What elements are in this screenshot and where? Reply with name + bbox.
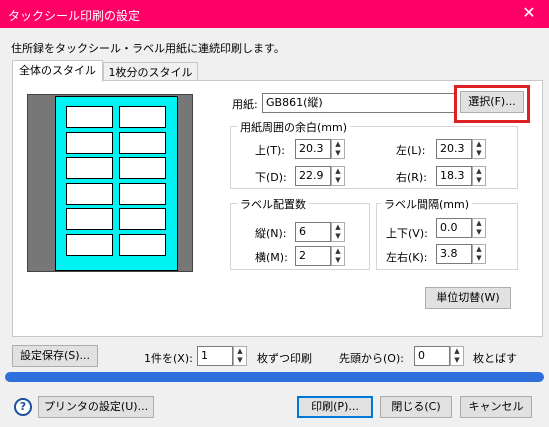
margin-bottom-label: 下(D):: [255, 171, 287, 184]
arrow-down-icon[interactable]: ▼: [332, 176, 344, 185]
preview-label-cell: [119, 208, 166, 230]
paper-label: 用紙:: [232, 98, 258, 111]
margin-left-spinner[interactable]: ▲ ▼: [472, 139, 486, 159]
preview-label-cell: [66, 106, 113, 128]
close-icon[interactable]: ✕: [519, 3, 539, 23]
preview-label-cell: [66, 183, 113, 205]
arrow-down-icon[interactable]: ▼: [473, 149, 485, 158]
horizontal-spacing-spinner[interactable]: ▲ ▼: [472, 244, 486, 264]
select-paper-button[interactable]: 選択(F)...: [460, 91, 524, 113]
vertical-spacing-input[interactable]: 0.0: [436, 218, 472, 238]
horizontal-spacing-input[interactable]: 3.8: [436, 244, 472, 264]
preview-label-cell: [66, 234, 113, 256]
preview-label-cell: [66, 132, 113, 154]
tab-single-sheet-style[interactable]: 1枚分のスタイル: [103, 62, 198, 82]
horizontal-spacing-label: 左右(K):: [386, 251, 428, 264]
margin-right-spinner[interactable]: ▲ ▼: [472, 166, 486, 186]
skip-spinner[interactable]: ▲ ▼: [450, 346, 464, 366]
description-text: 住所録をタックシール・ラベル用紙に連続印刷します。: [11, 42, 285, 55]
printer-settings-button[interactable]: プリンタの設定(U)...: [38, 396, 154, 418]
arrow-down-icon[interactable]: ▼: [234, 356, 246, 365]
per-item-label: 1件を(X):: [144, 352, 193, 365]
unit-toggle-button[interactable]: 単位切替(W): [425, 287, 511, 309]
rows-spinner[interactable]: ▲ ▼: [331, 222, 345, 242]
per-item-suffix: 枚ずつ印刷: [257, 352, 312, 365]
preview-label-cell: [119, 234, 166, 256]
window-title: タックシール印刷の設定: [8, 9, 141, 23]
margin-right-label: 右(R):: [396, 171, 427, 184]
per-item-input[interactable]: 1: [197, 346, 233, 366]
cols-spinner[interactable]: ▲ ▼: [331, 246, 345, 266]
rows-label: 縦(N):: [255, 227, 287, 240]
tab-overall-style[interactable]: 全体のスタイル: [12, 60, 103, 82]
preview-label-cell: [66, 208, 113, 230]
print-button[interactable]: 印刷(P)...: [297, 396, 373, 418]
spacing-group-title: ラベル間隔(mm): [381, 196, 473, 212]
margin-left-label: 左(L):: [396, 144, 426, 157]
arrow-up-icon[interactable]: ▲: [234, 347, 246, 356]
skip-label: 先頭から(O):: [339, 352, 404, 365]
margin-top-spinner[interactable]: ▲ ▼: [331, 139, 345, 159]
per-item-spinner[interactable]: ▲ ▼: [233, 346, 247, 366]
progress-bar: [5, 372, 544, 382]
margin-top-label: 上(T):: [255, 144, 286, 157]
arrow-down-icon[interactable]: ▼: [332, 149, 344, 158]
preview-label-cell: [119, 183, 166, 205]
cols-label: 横(M):: [255, 251, 288, 264]
margin-left-input[interactable]: 20.3: [436, 139, 472, 159]
arrow-up-icon[interactable]: ▲: [332, 140, 344, 149]
arrow-down-icon[interactable]: ▼: [473, 254, 485, 263]
preview-label-cell: [119, 157, 166, 179]
arrow-down-icon[interactable]: ▼: [451, 356, 463, 365]
preview-label-cell: [119, 132, 166, 154]
save-settings-button[interactable]: 設定保存(S)...: [12, 345, 98, 367]
margin-right-input[interactable]: 18.3: [436, 166, 472, 186]
margin-bottom-input[interactable]: 22.9: [295, 166, 331, 186]
arrow-up-icon[interactable]: ▲: [332, 167, 344, 176]
margin-top-input[interactable]: 20.3: [295, 139, 331, 159]
title-bar: タックシール印刷の設定 ✕: [0, 0, 549, 28]
skip-suffix: 枚とばす: [473, 352, 517, 365]
layout-count-title: ラベル配置数: [237, 196, 309, 212]
arrow-up-icon[interactable]: ▲: [473, 245, 485, 254]
vertical-spacing-label: 上下(V):: [386, 227, 428, 240]
close-button[interactable]: 閉じる(C): [380, 396, 452, 418]
help-icon[interactable]: ?: [14, 398, 32, 416]
arrow-down-icon[interactable]: ▼: [473, 228, 485, 237]
arrow-down-icon[interactable]: ▼: [332, 232, 344, 241]
arrow-down-icon[interactable]: ▼: [332, 256, 344, 265]
arrow-up-icon[interactable]: ▲: [473, 140, 485, 149]
cols-input[interactable]: 2: [295, 246, 331, 266]
preview-label-cell: [119, 106, 166, 128]
margin-bottom-spinner[interactable]: ▲ ▼: [331, 166, 345, 186]
preview-label-cell: [66, 157, 113, 179]
margin-group-title: 用紙周囲の余白(mm): [237, 119, 351, 135]
rows-input[interactable]: 6: [295, 222, 331, 242]
arrow-up-icon[interactable]: ▲: [473, 167, 485, 176]
arrow-up-icon[interactable]: ▲: [473, 219, 485, 228]
vertical-spacing-spinner[interactable]: ▲ ▼: [472, 218, 486, 238]
arrow-up-icon[interactable]: ▲: [332, 223, 344, 232]
cancel-button[interactable]: キャンセル: [460, 396, 532, 418]
arrow-down-icon[interactable]: ▼: [473, 176, 485, 185]
skip-input[interactable]: 0: [414, 346, 450, 366]
arrow-up-icon[interactable]: ▲: [332, 247, 344, 256]
arrow-up-icon[interactable]: ▲: [451, 347, 463, 356]
paper-field[interactable]: GB861(縦): [262, 93, 457, 113]
